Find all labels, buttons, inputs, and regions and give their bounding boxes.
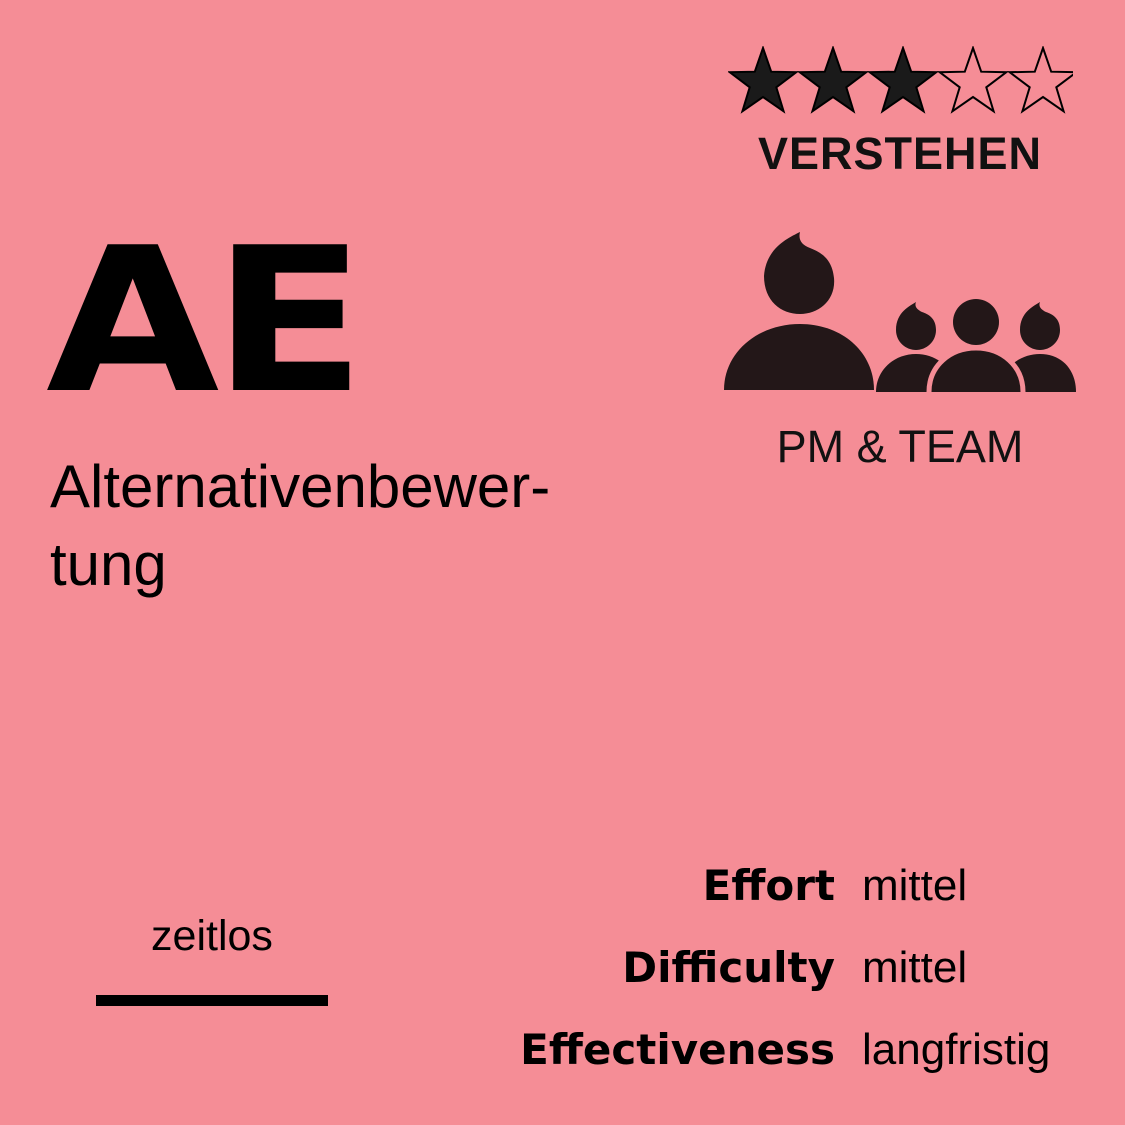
star-filled-icon [796,46,870,114]
method-name: Alternativenbewer- tung [50,448,650,604]
group-people-icon [724,232,1076,393]
metric-label-effectiveness: Effectiveness [520,1025,835,1074]
method-abbreviation: AE [46,205,366,438]
method-name-line-2: tung [50,531,167,598]
metric-label-difficulty: Difficulty [622,943,835,992]
rating-stars [728,46,1073,114]
timeframe-label: zeitlos [151,912,273,960]
star-empty-icon [1006,46,1073,114]
timeframe-underline [96,995,328,1006]
method-card: VERSTEHEN AE Alternativenbewer- tung PM … [0,0,1125,1125]
star-empty-icon [936,46,1010,114]
role-label: PM & TEAM [776,421,1024,472]
metric-label-effort: Effort [702,861,835,910]
metric-value-effort: mittel [862,861,968,910]
star-filled-icon [728,46,800,114]
metric-value-effectiveness: langfristig [862,1025,1051,1074]
level-label: VERSTEHEN [757,128,1043,179]
method-name-line-1: Alternativenbewer- [50,453,551,520]
metric-value-difficulty: mittel [862,943,968,992]
star-filled-icon [866,46,940,114]
